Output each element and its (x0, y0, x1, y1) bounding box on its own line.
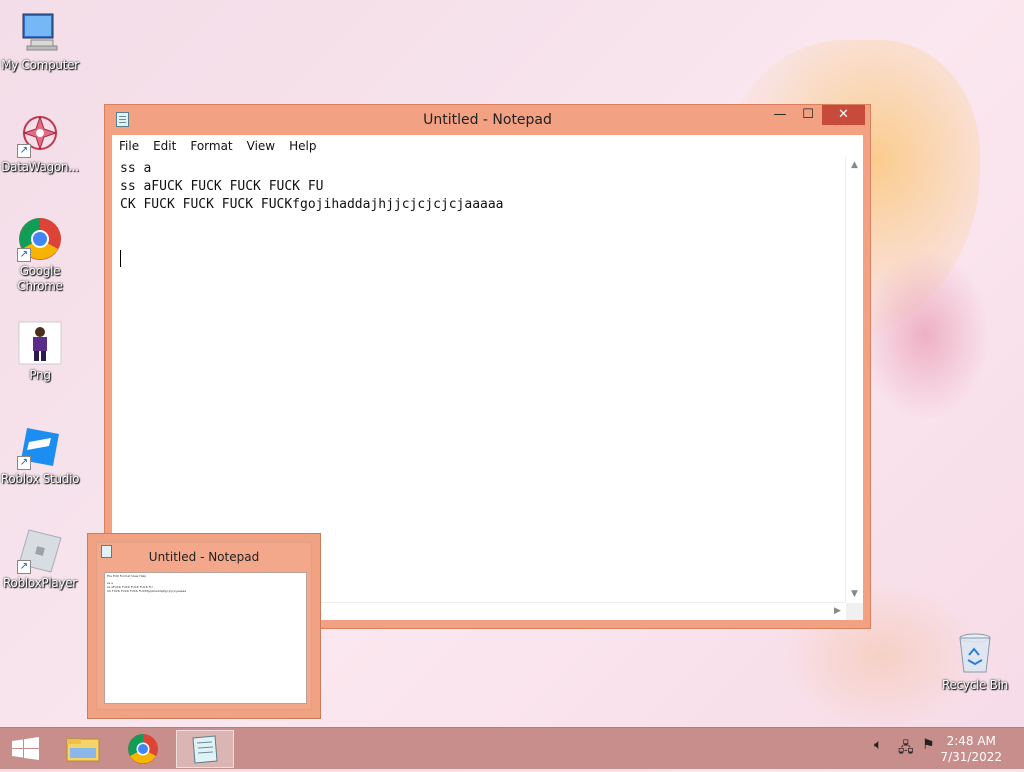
system-clock[interactable]: 2:48 AM 7/31/2022 (940, 733, 1002, 765)
text-cursor (120, 250, 121, 267)
network-icon[interactable]: 🖧 (898, 737, 914, 761)
desktop-icon-datawagon[interactable]: ↗ DataWagon... (0, 112, 80, 175)
menu-view[interactable]: View (240, 135, 282, 157)
taskbar-notepad[interactable] (176, 730, 234, 768)
taskbar: 🔈︎ 🖧 ⚑ 2:48 AM 7/31/2022 (0, 727, 1024, 769)
desktop-icon-roblox-studio[interactable]: ↗ Roblox Studio (0, 424, 80, 487)
shortcut-arrow-icon: ↗ (17, 456, 31, 470)
scroll-down-icon[interactable]: ▼ (846, 586, 863, 603)
shortcut-arrow-icon: ↗ (17, 248, 31, 262)
desktop-icon-label: My Computer (1, 58, 79, 72)
datawagon-icon: ↗ (17, 112, 63, 158)
scrollbar-corner (846, 603, 863, 620)
thumbnail-text: ss a ss aFUCK FUCK FUCK FUCK FU CK FUCK … (107, 581, 187, 593)
desktop-icon-label: RobloxPlayer (3, 576, 77, 590)
action-center-icon[interactable]: ⚑ (922, 737, 935, 753)
desktop-icon-recycle-bin[interactable]: Recycle Bin (935, 630, 1015, 693)
volume-muted-icon[interactable]: 🔈︎ (874, 737, 882, 753)
computer-icon (17, 10, 63, 56)
thumbnail-menu: File Edit Format View Help (107, 574, 147, 578)
maximize-button[interactable]: ☐ (794, 105, 822, 125)
chrome-icon (128, 734, 158, 764)
clock-time: 2:48 AM (946, 734, 996, 748)
desktop-icon-png[interactable]: Png (0, 320, 80, 383)
close-button[interactable]: ✕ (822, 105, 865, 125)
desktop-icon-label: Png (29, 368, 51, 382)
taskbar-thumbnail-preview[interactable]: Untitled - Notepad File Edit Format View… (87, 533, 321, 719)
scroll-up-icon[interactable]: ▲ (846, 157, 863, 174)
roblox-studio-icon: ↗ (17, 424, 63, 470)
menu-help[interactable]: Help (282, 135, 323, 157)
desktop-icon-label: Google Chrome (17, 264, 63, 293)
desktop-icon-my-computer[interactable]: My Computer (0, 10, 80, 73)
taskbar-file-explorer[interactable] (55, 730, 111, 768)
minimize-button[interactable]: — (766, 105, 794, 125)
scroll-right-icon[interactable]: ▶ (829, 603, 846, 620)
vertical-scrollbar[interactable]: ▲ ▼ (845, 157, 863, 603)
clock-date: 7/31/2022 (940, 750, 1002, 764)
window-title: Untitled - Notepad (423, 112, 552, 128)
desktop-icon-label: Roblox Studio (0, 472, 80, 486)
shortcut-arrow-icon: ↗ (17, 560, 31, 574)
roblox-player-icon: ↗ (17, 528, 63, 574)
editor-text[interactable]: ss a ss aFUCK FUCK FUCK FUCK FU CK FUCK … (120, 160, 504, 214)
file-explorer-icon (66, 738, 100, 762)
menu-edit[interactable]: Edit (146, 135, 183, 157)
shortcut-arrow-icon: ↗ (17, 144, 31, 158)
chrome-icon: ↗ (17, 216, 63, 262)
notepad-icon (192, 735, 218, 764)
start-icon (12, 737, 39, 760)
desktop-icon-roblox-player[interactable]: ↗ RobloxPlayer (0, 528, 80, 591)
png-file-icon (17, 320, 63, 366)
preview-title: Untitled - Notepad (148, 550, 260, 564)
desktop: { "desktop": { "icons": [ {"label": "My … (0, 0, 1024, 769)
wallpaper-flower-accent (860, 250, 990, 420)
preview-thumbnail[interactable]: File Edit Format View Help ss a ss aFUCK… (104, 572, 307, 704)
menu-bar: File Edit Format View Help (112, 135, 863, 158)
desktop-icon-label: DataWagon... (1, 160, 79, 174)
menu-format[interactable]: Format (183, 135, 239, 157)
desktop-icon-google-chrome[interactable]: ↗ Google Chrome (0, 216, 80, 294)
taskbar-chrome[interactable] (115, 730, 171, 768)
desktop-icon-label: Recycle Bin (942, 678, 1008, 692)
menu-file[interactable]: File (112, 135, 146, 157)
recycle-bin-icon (952, 630, 998, 676)
start-button[interactable] (0, 730, 56, 768)
title-bar[interactable]: Untitled - Notepad — ☐ ✕ (105, 105, 870, 135)
